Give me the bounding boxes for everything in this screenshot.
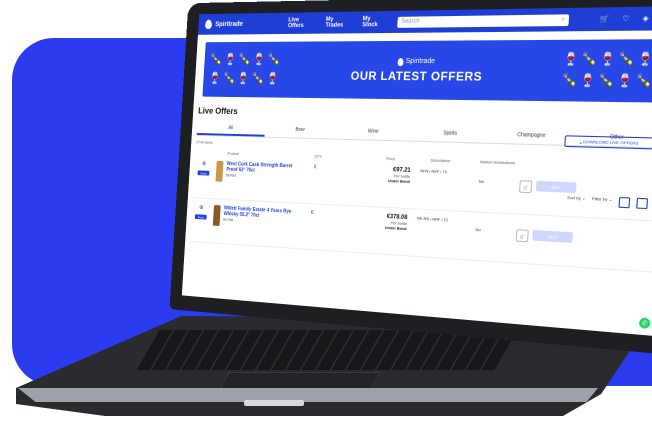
- laptop-screen: Spiritrade Live Offers My Trades My Stoc…: [181, 6, 652, 336]
- bottle-thumbnail: [212, 204, 221, 226]
- search-placeholder: Search: [401, 18, 420, 25]
- col-market: Market Restrictions: [480, 159, 516, 166]
- price-note: Under Bond: [387, 178, 411, 184]
- bottle-thumbnail: [215, 160, 224, 182]
- brand-logo[interactable]: Spiritrade: [204, 19, 244, 30]
- download-offers-button[interactable]: ⤓ DOWNLOAD LIVE OFFERS: [564, 135, 652, 150]
- brand-name: Spiritrade: [215, 20, 244, 28]
- whatsapp-chat-icon[interactable]: ✆: [638, 317, 651, 330]
- banner-brand: Spiritrade: [405, 57, 436, 66]
- add-to-cart-icon[interactable]: 🛒: [518, 180, 533, 194]
- col-description: Description: [430, 157, 451, 164]
- page-title: Live Offers: [197, 105, 239, 117]
- market-restrictions: No: [478, 178, 485, 184]
- nav-my-stock[interactable]: My Stock: [362, 16, 386, 28]
- tab-wine[interactable]: Wine: [336, 128, 412, 141]
- add-to-cart-icon[interactable]: 🛒: [515, 229, 529, 243]
- laptop-lid: Spiritrade Live Offers My Trades My Stoc…: [169, 0, 652, 355]
- tab-all[interactable]: All: [196, 124, 266, 137]
- tag-icon[interactable]: ◈: [642, 14, 649, 23]
- offers-banner: 🍾🍷🍾🍷🍾 🍷🍾🍷🍾🍷 🍷🍾🍷🍾🍷 🍾🍷🍾🍷🍾 Spiritrade OUR LAT…: [202, 39, 652, 103]
- laptop-hinge: [244, 400, 304, 406]
- banner-logo: Spiritrade: [397, 57, 436, 66]
- nav-icon-group: 🛒 ♡ ◈ ⚲: [599, 14, 652, 24]
- heart-icon[interactable]: ♡: [622, 14, 630, 24]
- col-price: Price: [386, 155, 396, 162]
- col-qty: QTY: [314, 153, 323, 159]
- drop-logo-icon: [204, 19, 213, 30]
- offer-type-icon: ⊕: [201, 161, 207, 168]
- top-nav: Spiritrade Live Offers My Trades My Stoc…: [197, 6, 652, 35]
- market-restrictions: No: [475, 226, 481, 233]
- banner-title: OUR LATEST OFFERS: [350, 68, 483, 84]
- buy-button[interactable]: BUY: [535, 180, 577, 194]
- cart-icon[interactable]: 🛒: [599, 15, 609, 24]
- stock-badge: Stock: [194, 214, 207, 220]
- nav-live-offers[interactable]: Live Offers: [288, 17, 315, 29]
- product-description: RE-RS / NRF / T2: [416, 215, 449, 223]
- laptop-keyboard: [136, 330, 520, 370]
- bottle-pattern-right: 🍷🍾🍷🍾🍷 🍾🍷🍾🍷🍾: [561, 51, 652, 89]
- tab-champagne[interactable]: Champagne: [490, 131, 574, 145]
- tab-beer[interactable]: Beer: [265, 126, 337, 138]
- laptop-base-edge: [18, 388, 598, 402]
- stock-badge: Stock: [197, 170, 210, 176]
- tab-spirits[interactable]: Spirits: [411, 130, 491, 143]
- drop-logo-icon: [397, 57, 404, 66]
- buy-button[interactable]: BUY: [532, 230, 574, 243]
- product-qty: 6: [313, 164, 317, 171]
- search-input[interactable]: Search ⌕: [397, 13, 570, 28]
- download-button-label: DOWNLOAD LIVE OFFERS: [582, 138, 639, 146]
- search-icon[interactable]: ⌕: [561, 16, 565, 23]
- bottle-pattern-left: 🍾🍷🍾🍷🍾 🍷🍾🍷🍾🍷: [208, 52, 283, 86]
- product-qty: 6: [310, 210, 314, 216]
- col-product: Product: [227, 150, 240, 156]
- nav-my-trades[interactable]: My Trades: [325, 17, 351, 29]
- product-description: RFN / REF / T2: [420, 168, 448, 175]
- offer-type-icon: ⊕: [199, 205, 204, 211]
